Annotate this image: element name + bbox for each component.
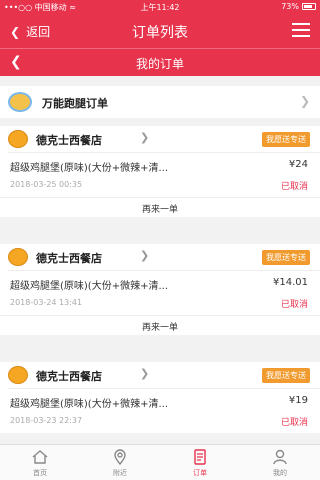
order-price: ¥24 — [288, 159, 308, 170]
tab-orders[interactable]: 订单 — [160, 445, 240, 480]
errand-icon — [8, 92, 32, 112]
user-icon — [273, 449, 287, 465]
tab-nearby[interactable]: 附近 — [80, 445, 160, 480]
order-card: 德克士西餐店 ❯ 我愿送专送 超级鸡腿堡(原味)(大份+微辣+清... ¥14.… — [0, 244, 320, 335]
order-time: 2018-03-23 22:37 — [10, 416, 83, 425]
order-item: 超级鸡腿堡(原味)(大份+微辣+清... — [10, 399, 168, 410]
order-price: ¥19 — [288, 395, 308, 406]
shop-logo-icon — [8, 248, 28, 266]
order-header[interactable]: 德克士西餐店 ❯ 我愿送专送 — [0, 244, 320, 270]
sub-title: 我的订单 — [135, 57, 184, 71]
order-card: 德克士西餐店 ❯ 我愿送专送 超级鸡腿堡(原味)(大份+微辣+清... ¥24 … — [0, 126, 320, 217]
order-header[interactable]: 德克士西餐店 ❯ 我愿送专送 — [0, 126, 320, 152]
order-status: 已取消 — [280, 182, 308, 192]
delivery-badge: 我愿送专送 — [262, 132, 310, 147]
order-time: 2018-03-24 13:41 — [10, 298, 83, 307]
chevron-right-icon: ❯ — [299, 94, 310, 108]
order-body[interactable]: 超级鸡腿堡(原味)(大份+微辣+清... ¥24 2018-03-25 00:3… — [0, 153, 320, 197]
shop-name: 德克士西餐店 — [36, 252, 102, 265]
tab-label: 附近 — [113, 469, 127, 477]
tab-label: 订单 — [193, 469, 207, 477]
sub-header: ❮ 我的订单 — [0, 48, 320, 76]
menu-icon[interactable] — [292, 23, 310, 38]
delivery-badge: 我愿送专送 — [262, 250, 310, 265]
chevron-right-icon: ❯ — [140, 367, 150, 380]
order-item: 超级鸡腿堡(原味)(大份+微辣+清... — [10, 163, 168, 174]
tab-label: 我的 — [273, 469, 287, 477]
tab-home[interactable]: 首页 — [0, 445, 80, 480]
chevron-right-icon: ❯ — [140, 131, 150, 144]
battery-percent: 73% — [281, 2, 299, 11]
order-item: 超级鸡腿堡(原味)(大份+微辣+清... — [10, 281, 168, 292]
shop-name: 德克士西餐店 — [36, 134, 102, 147]
location-icon — [114, 449, 126, 466]
order-header[interactable]: 德克士西餐店 ❯ 我愿送专送 — [0, 362, 320, 388]
order-body[interactable]: 超级鸡腿堡(原味)(大份+微辣+清... ¥14.01 2018-03-24 1… — [0, 271, 320, 315]
tab-profile[interactable]: 我的 — [240, 445, 320, 480]
status-right: 73% — [281, 2, 316, 11]
shop-name: 德克士西餐店 — [36, 370, 102, 383]
order-price: ¥14.01 — [273, 277, 308, 288]
order-card: 德克士西餐店 ❯ 我愿送专送 超级鸡腿堡(原味)(大份+微辣+清... ¥19 … — [0, 362, 320, 433]
order-status: 已取消 — [280, 418, 308, 428]
shop-logo-icon — [8, 366, 28, 384]
navbar: ❮ 返回 订单列表 — [0, 14, 320, 48]
battery-icon — [302, 3, 316, 10]
order-time: 2018-03-25 00:35 — [10, 180, 83, 189]
page-title: 订单列表 — [132, 25, 188, 41]
tab-bar: 首页 附近 订单 我的 — [0, 444, 320, 480]
errand-orders-row[interactable]: 万能跑腿订单 ❯ — [0, 86, 320, 118]
status-time: 上午11:42 — [140, 3, 180, 12]
order-body[interactable]: 超级鸡腿堡(原味)(大份+微辣+清... ¥19 2018-03-23 22:3… — [0, 389, 320, 433]
errand-label: 万能跑腿订单 — [42, 97, 108, 110]
reorder-button[interactable]: 再来一单 — [0, 315, 320, 335]
order-icon — [194, 449, 206, 465]
order-status: 已取消 — [280, 300, 308, 310]
home-icon — [32, 450, 48, 464]
delivery-badge: 我愿送专送 — [262, 368, 310, 383]
status-bar: •••○○ 中国移动 ≈ 上午11:42 73% — [0, 0, 320, 14]
tab-label: 首页 — [33, 469, 47, 477]
chevron-right-icon: ❯ — [140, 249, 150, 262]
shop-logo-icon — [8, 130, 28, 148]
reorder-button[interactable]: 再来一单 — [0, 197, 320, 217]
